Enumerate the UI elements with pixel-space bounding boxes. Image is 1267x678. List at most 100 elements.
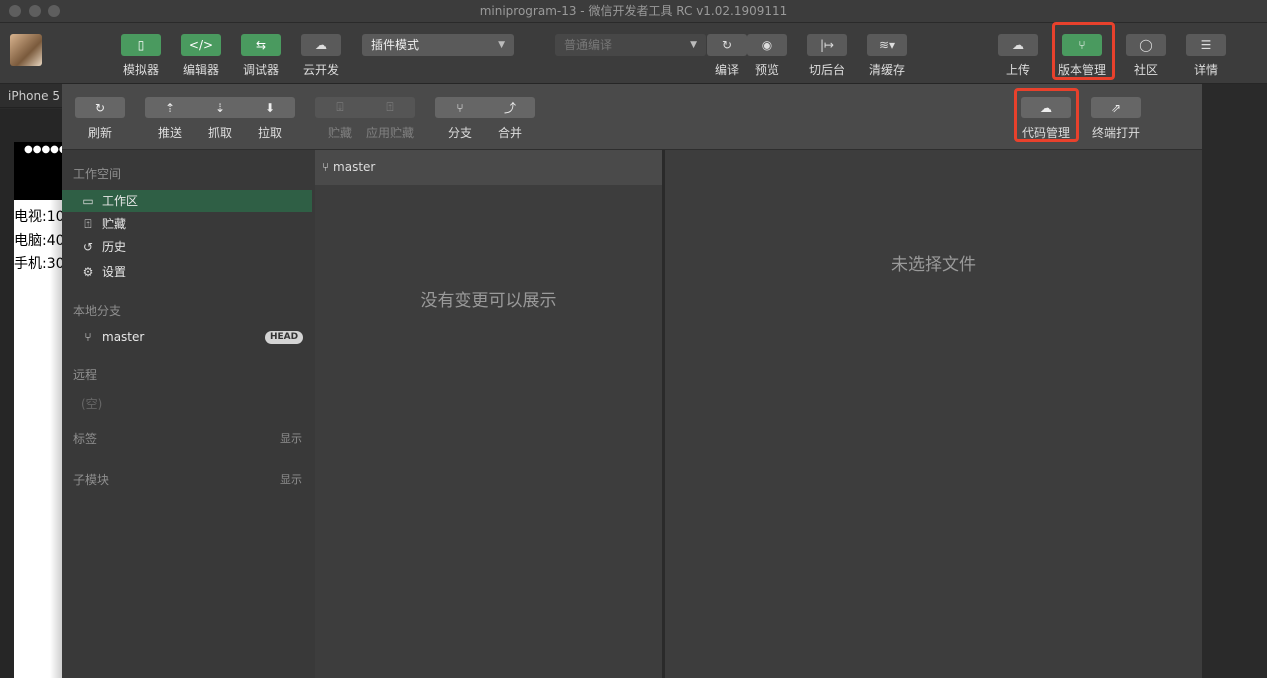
changes-branch-name: master — [333, 160, 376, 174]
mode-select[interactable]: 插件模式 ▼ — [362, 34, 514, 56]
editor-label: 编辑器 — [182, 63, 219, 77]
phone-screen: ●●●●● 电视:10 电脑:40 手机:30 — [14, 142, 62, 678]
version-management-label: 版本管理 — [1057, 63, 1106, 77]
title-bar: miniprogram-13 - 微信开发者工具 RC v1.02.190911… — [0, 0, 1267, 23]
submodule-header: 子模块 显示 — [73, 471, 313, 488]
sidebar-item-stash[interactable]: ⍐ 贮藏 — [62, 213, 312, 235]
signal-icon: ●●●●● — [24, 144, 62, 155]
refresh-label: 刷新 — [87, 126, 112, 140]
branch-icon: ⑂ — [322, 160, 330, 174]
version-control-panel: ↻ 刷新 ⇡ 推送 ⇣ 抓取 ⬇ 拉取 ⍗ 贮藏 ⍐ 应用贮藏 ⑂ 分支 ⤴ 合 — [62, 84, 1202, 678]
workspace-header: 工作空间 — [73, 167, 122, 181]
branch-icon: ⑂ — [84, 330, 92, 344]
tags-header: 标签 显示 — [73, 430, 313, 447]
local-branch-header: 本地分支 — [73, 304, 122, 318]
switch-background-icon: |↦ — [807, 34, 847, 56]
pull-icon: ⬇ — [245, 97, 295, 118]
device-name: iPhone 5 — [8, 89, 60, 103]
debugger-label: 调试器 — [242, 63, 279, 77]
cloud-dev-button[interactable]: ☁ 云开发 — [291, 34, 351, 78]
phone-text-line: 电视:10 — [14, 209, 62, 225]
clear-cache-button[interactable]: ≋▾ 清缓存 — [857, 34, 917, 78]
apply-stash-button[interactable]: ⍐ 应用贮藏 — [365, 97, 415, 141]
debugger-button[interactable]: ⇆ 调试器 — [231, 34, 291, 78]
sidebar-item-workspace[interactable]: ▭ 工作区 — [62, 190, 312, 212]
upload-button[interactable]: ☁ 上传 — [988, 34, 1048, 78]
community-button[interactable]: ◯ 社区 — [1116, 34, 1176, 78]
cloud-icon: ☁ — [301, 34, 341, 56]
zoom-window-button[interactable] — [48, 5, 60, 17]
fetch-button[interactable]: ⇣ 抓取 — [195, 97, 245, 141]
open-terminal-button[interactable]: ⇗ 终端打开 — [1091, 97, 1141, 141]
stash-label: 贮藏 — [327, 126, 352, 140]
branch-name: master — [102, 330, 145, 344]
phone-text-line: 手机:30 — [14, 256, 62, 272]
window-title: miniprogram-13 - 微信开发者工具 RC v1.02.190911… — [479, 4, 788, 18]
simulator-button[interactable]: ▯ 模拟器 — [111, 34, 171, 78]
avatar[interactable] — [10, 34, 42, 66]
fetch-icon: ⇣ — [195, 97, 245, 118]
debug-icon: ⇆ — [241, 34, 281, 56]
head-badge: HEAD — [265, 331, 304, 344]
no-file-selected-message: 未选择文件 — [891, 255, 976, 275]
phone-text-line: 电脑:40 — [14, 233, 62, 249]
background-label: 切后台 — [808, 63, 845, 77]
details-label: 详情 — [1193, 63, 1218, 77]
refresh-button[interactable]: ↻ 刷新 — [75, 97, 125, 141]
main-toolbar: ▯ 模拟器 </> 编辑器 ⇆ 调试器 ☁ 云开发 插件模式 ▼ 普通编译 ▼ … — [0, 23, 1267, 84]
refresh-icon: ↻ — [75, 97, 125, 118]
push-label: 推送 — [157, 126, 182, 140]
phone-status-bar: ●●●●● — [14, 142, 62, 200]
compile-mode-select[interactable]: 普通编译 ▼ — [555, 34, 706, 56]
remote-header: 远程 — [73, 368, 98, 382]
sidebar-item-history[interactable]: ↺ 历史 — [62, 236, 312, 258]
folder-icon: ▭ — [82, 194, 94, 208]
cloud-dev-label: 云开发 — [302, 63, 339, 77]
phone-icon: ▯ — [121, 34, 161, 56]
sidebar-item-label: 设置 — [102, 265, 127, 279]
push-button[interactable]: ⇡ 推送 — [145, 97, 195, 141]
submodule-show-button[interactable]: 显示 — [280, 471, 302, 487]
version-management-button[interactable]: ⑂ 版本管理 — [1052, 34, 1112, 78]
device-selector[interactable]: iPhone 5 — [0, 84, 62, 108]
sidebar-item-label: 工作区 — [102, 194, 139, 208]
preview-label: 预览 — [754, 63, 779, 77]
diff-panel: 未选择文件 — [665, 150, 1202, 678]
branch-item-master[interactable]: ⑂ master HEAD — [62, 326, 312, 348]
code-icon: </> — [181, 34, 221, 56]
minimize-window-button[interactable] — [29, 5, 41, 17]
simulator-label: 模拟器 — [122, 63, 159, 77]
gear-icon: ⚙ — [82, 265, 94, 279]
layers-icon: ≋▾ — [867, 34, 907, 56]
tags-show-button[interactable]: 显示 — [280, 430, 302, 446]
apply-stash-label: 应用贮藏 — [365, 126, 414, 140]
close-window-button[interactable] — [9, 5, 21, 17]
compile-mode-value: 普通编译 — [564, 38, 613, 52]
pull-label: 拉取 — [257, 126, 282, 140]
remote-empty: (空) — [81, 397, 103, 411]
pull-button[interactable]: ⬇ 拉取 — [245, 97, 295, 141]
stash-button[interactable]: ⍗ 贮藏 — [315, 97, 365, 141]
mode-select-value: 插件模式 — [371, 38, 420, 52]
open-terminal-label: 终端打开 — [1091, 126, 1140, 140]
vc-toolbar: ↻ 刷新 ⇡ 推送 ⇣ 抓取 ⬇ 拉取 ⍗ 贮藏 ⍐ 应用贮藏 ⑂ 分支 ⤴ 合 — [62, 84, 1202, 150]
stash-icon: ⍐ — [84, 217, 92, 231]
menu-icon: ☰ — [1186, 34, 1226, 56]
upload-label: 上传 — [1005, 63, 1030, 77]
changes-branch-header: ⑂ master — [315, 150, 662, 185]
preview-button[interactable]: ◉ 预览 — [737, 34, 797, 78]
code-management-button[interactable]: ☁ 代码管理 — [1021, 97, 1071, 141]
fetch-label: 抓取 — [207, 126, 232, 140]
debugger-area — [1201, 84, 1267, 678]
details-button[interactable]: ☰ 详情 — [1176, 34, 1236, 78]
background-button[interactable]: |↦ 切后台 — [797, 34, 857, 78]
history-icon: ↺ — [82, 240, 94, 254]
branch-button[interactable]: ⑂ 分支 — [435, 97, 485, 141]
branch-icon: ⑂ — [435, 97, 485, 118]
editor-button[interactable]: </> 编辑器 — [171, 34, 231, 78]
merge-button[interactable]: ⤴ 合并 — [485, 97, 535, 141]
merge-label: 合并 — [497, 126, 522, 140]
push-icon: ⇡ — [145, 97, 195, 118]
sidebar-item-settings[interactable]: ⚙ 设置 — [62, 261, 312, 283]
no-changes-message: 没有变更可以展示 — [420, 291, 557, 311]
